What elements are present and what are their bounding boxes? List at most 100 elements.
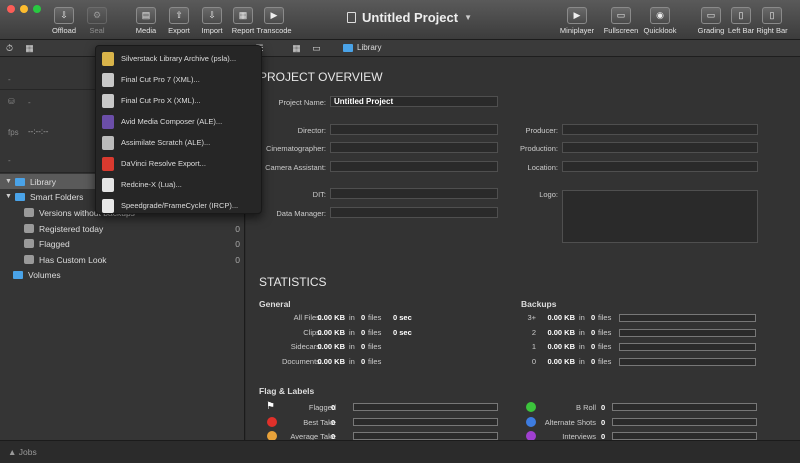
backups-section-title: Backups [521, 299, 557, 309]
timecode-value: --:--:-- [28, 127, 49, 136]
player-view-icon[interactable]: ▭ [311, 43, 322, 53]
location-field[interactable] [562, 161, 758, 172]
general-section-title: General [259, 299, 291, 309]
stat-duration: 0 sec [393, 313, 412, 322]
chevron-down-icon: ▼ [464, 13, 472, 22]
production-field[interactable] [562, 142, 758, 153]
jobs-bar[interactable]: ▲ Jobs [0, 440, 800, 463]
camera-assistant-field[interactable] [330, 161, 498, 172]
redcine-icon [102, 177, 114, 192]
grid-view-icon[interactable]: ▦ [291, 43, 302, 53]
volumes-icon [13, 270, 23, 279]
export-menu-item-label: Silverstack Library Archive (psla)... [121, 54, 237, 63]
producer-label: Producer: [525, 126, 558, 135]
project-name-field[interactable]: Untitled Project [330, 96, 498, 107]
backup-progress-bar [619, 343, 756, 351]
project-overview-panel: PROJECT OVERVIEW Project Name: Untitled … [246, 57, 800, 441]
sidebar-item-registered-today[interactable]: Registered today 0 [0, 221, 245, 236]
breadcrumb[interactable]: Library [343, 43, 381, 52]
backup-progress-bar [619, 357, 756, 366]
export-menu-item[interactable]: Redcine-X (Lua)... [96, 174, 263, 195]
davinci-icon [102, 156, 114, 171]
export-menu-item[interactable]: Silverstack Library Archive (psla)... [96, 48, 263, 69]
flag-progress-bar [353, 403, 498, 411]
meta-dash: - [8, 75, 11, 84]
production-label: Production: [520, 144, 558, 153]
dit-field[interactable] [330, 188, 498, 199]
scratch-icon [102, 135, 114, 150]
miniplayer-icon: ▶ [567, 7, 587, 24]
logo-well[interactable] [562, 190, 758, 243]
zoom-window-button[interactable] [33, 5, 41, 13]
flags-section-title: Flag & Labels [259, 386, 315, 396]
offload-icon: ⇩ [54, 7, 74, 24]
timer-icon[interactable]: ⏱ [4, 43, 15, 53]
quicklook-button[interactable]: ◉ Quicklook [638, 7, 682, 35]
backup-progress-bar [619, 328, 756, 337]
window-controls [7, 5, 41, 13]
library-icon [15, 177, 25, 186]
silverstack-icon [102, 51, 114, 66]
miniplayer-button[interactable]: ▶ Miniplayer [555, 7, 599, 35]
seal-icon: ⚙ [87, 7, 107, 24]
seal-button[interactable]: ⚙ Seal [75, 7, 119, 35]
export-menu: Silverstack Library Archive (psla)... Fin… [95, 45, 262, 214]
left-bar-icon: ▯ [731, 7, 751, 24]
export-menu-item[interactable]: Avid Media Composer (ALE)... [96, 111, 263, 132]
eye-icon: ◉ [650, 7, 670, 24]
sidebar-item-flagged[interactable]: Flagged 0 [0, 236, 245, 251]
right-bar-button[interactable]: ▯ Right Bar [750, 7, 794, 35]
export-menu-item[interactable]: Final Cut Pro X (XML)... [96, 90, 263, 111]
fullscreen-icon: ▭ [611, 7, 631, 24]
export-menu-item[interactable]: Final Cut Pro 7 (XML)... [96, 69, 263, 90]
backup-files-label: files [598, 327, 612, 337]
drive-icon: ⛁ [8, 97, 15, 106]
backup-files: 0 [591, 342, 596, 351]
export-icon: ⇧ [169, 7, 189, 24]
stat-files: 0 [361, 313, 366, 322]
project-title-menu[interactable]: Untitled Project ▼ [347, 10, 472, 25]
transcode-icon: ▶ [264, 7, 284, 24]
grading-icon: ▭ [701, 7, 721, 24]
export-menu-item[interactable]: DaVinci Resolve Export... [96, 153, 263, 174]
filmstrip-icon[interactable]: ▦ [24, 43, 35, 53]
stat-size: 0.00 KB [317, 342, 345, 351]
label-progress-bar [612, 417, 757, 426]
backup-size: 0.00 KB [547, 327, 575, 337]
media-icon: ▤ [136, 7, 156, 24]
export-menu-item[interactable]: Assimilate Scratch (ALE)... [96, 132, 263, 153]
export-menu-item-label: Speedgrade/FrameCycler (IRCP)... [121, 201, 239, 210]
transcode-button[interactable]: ▶ Transcode [252, 7, 296, 35]
report-icon: ▦ [233, 7, 253, 24]
backup-files-label: files [598, 313, 612, 322]
flag-count: 0 [331, 417, 336, 427]
stat-size: 0.00 KB [317, 356, 345, 366]
fullscreen-button[interactable]: ▭ Fullscreen [599, 7, 643, 35]
stat-size: 0.00 KB [317, 327, 345, 337]
sidebar-item-has-custom-look[interactable]: Has Custom Look 0 [0, 252, 245, 267]
backup-in: in [579, 327, 585, 337]
data-manager-field[interactable] [330, 207, 498, 218]
folder-icon [343, 43, 353, 52]
minimize-window-button[interactable] [20, 5, 28, 13]
label-name: Alternate Shots [544, 417, 596, 427]
cinematographer-field[interactable] [330, 142, 498, 153]
producer-field[interactable] [562, 124, 758, 135]
export-menu-item-label: Final Cut Pro X (XML)... [121, 96, 201, 105]
sidebar-item-volumes[interactable]: Volumes [0, 267, 245, 282]
disclosure-triangle-icon[interactable]: ▼ [5, 193, 12, 200]
toolbar: ⇩ Offload ⚙ Seal ▤ Media ⇧ Export ⇩ Import ▦ R… [0, 0, 800, 40]
backup-size: 0.00 KB [547, 313, 575, 322]
smart-folder-icon [15, 192, 25, 201]
director-field[interactable] [330, 124, 498, 135]
logo-label: Logo: [539, 190, 558, 199]
export-menu-item[interactable]: Speedgrade/FrameCycler (IRCP)... [96, 195, 263, 216]
close-window-button[interactable] [7, 5, 15, 13]
backup-in: in [579, 356, 585, 366]
flag-label: Flagged [308, 403, 336, 412]
flag-progress-bar [353, 432, 498, 440]
flag-count: 0 [331, 403, 336, 412]
disclosure-triangle-icon[interactable]: ▼ [5, 178, 12, 185]
stat-files: 0 [361, 342, 366, 351]
speedgrade-icon [102, 198, 114, 213]
